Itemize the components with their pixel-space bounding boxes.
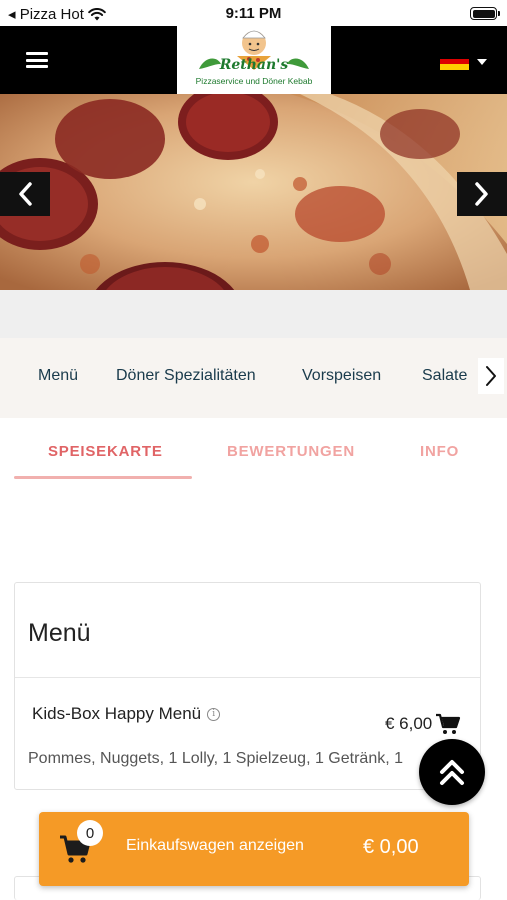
active-tab-indicator: [14, 476, 192, 479]
category-scroll-right-button[interactable]: [478, 358, 504, 394]
carousel-next-button[interactable]: [457, 172, 507, 216]
german-flag-icon: [440, 53, 469, 71]
category-vorspeisen[interactable]: Vorspeisen: [302, 367, 381, 385]
menu-hamburger-icon[interactable]: [26, 52, 48, 68]
chevron-right-icon: [486, 366, 496, 386]
cart-label: Einkaufswagen anzeigen: [126, 837, 304, 854]
battery-icon: [470, 7, 500, 20]
divider: [15, 677, 480, 678]
add-to-cart-icon[interactable]: [435, 713, 461, 735]
menu-section-title: Menü: [28, 619, 91, 647]
hero-bottom-band: [0, 290, 507, 338]
info-icon[interactable]: i: [207, 707, 221, 721]
logo-name: Rethan's: [219, 57, 289, 73]
menu-item-name[interactable]: Kids-Box Happy Menü i: [32, 704, 221, 724]
double-chevron-up-icon: [440, 760, 464, 785]
menu-item-price[interactable]: € 6,00: [385, 713, 461, 735]
chevron-right-icon: [475, 182, 488, 206]
scroll-to-top-button[interactable]: [419, 739, 485, 805]
chevron-left-icon: [19, 182, 32, 206]
category-doener-spezialitaeten[interactable]: Döner Spezialitäten: [116, 367, 256, 385]
logo-caption: Pizzaservice und Döner Kebab: [195, 76, 313, 86]
tab-info[interactable]: INFO: [420, 443, 459, 460]
carousel-prev-button[interactable]: [0, 172, 50, 216]
cart-count-badge: 0: [77, 820, 103, 846]
category-salate[interactable]: Salate: [422, 367, 467, 385]
menu-item-description: Pommes, Nuggets, 1 Lolly, 1 Spielzeug, 1…: [28, 750, 404, 767]
menu-item-price-text: € 6,00: [385, 714, 433, 733]
view-cart-button[interactable]: 0 Einkaufswagen anzeigen € 0,00: [39, 812, 469, 886]
tab-bewertungen[interactable]: BEWERTUNGEN: [227, 443, 355, 460]
category-menu[interactable]: Menü: [38, 367, 78, 385]
hero-carousel: [0, 94, 507, 290]
logo-graphic: Rethan's: [199, 30, 309, 73]
cart-total: € 0,00: [363, 836, 419, 858]
menu-item-name-text: Kids-Box Happy Menü: [32, 704, 202, 723]
status-time: 9:11 PM: [225, 5, 282, 22]
status-bar: ◂ Pizza Hot 9:11 PM: [0, 0, 507, 26]
language-selector[interactable]: [440, 53, 487, 71]
restaurant-logo[interactable]: Rethan's Pizzaservice und Döner Kebab: [177, 26, 331, 94]
pizza-photo: [0, 94, 507, 290]
chevron-down-icon: [477, 58, 487, 65]
app-header: Rethan's Pizzaservice und Döner Kebab: [0, 26, 507, 94]
category-bar: Menü Döner Spezialitäten Vorspeisen Sala…: [0, 338, 507, 418]
menu-section-card: Menü Kids-Box Happy Menü i € 6,00 Pommes…: [14, 582, 481, 790]
tab-speisekarte[interactable]: SPEISEKARTE: [48, 443, 163, 460]
